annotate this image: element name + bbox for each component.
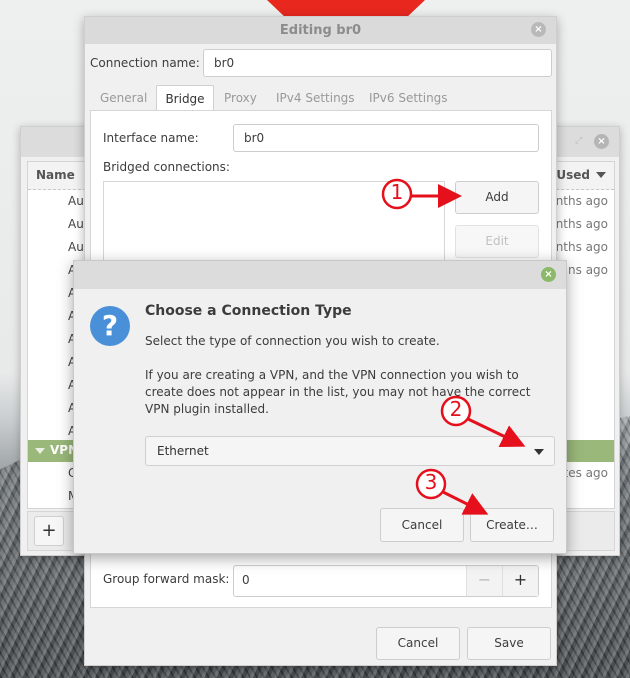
group-forward-mask-spinner: 0 − + [233,565,539,597]
interface-name-input[interactable]: br0 [233,124,539,152]
column-header-last-used[interactable]: Used [556,168,590,182]
dialog-heading: Choose a Connection Type [145,303,352,319]
tab-bridge[interactable]: Bridge [156,85,214,111]
group-forward-mask-label: Group forward mask: [103,572,230,586]
save-button[interactable]: Save [467,627,551,660]
selected-connection-type: Ethernet [157,444,209,458]
bridged-connections-label: Bridged connections: [103,160,230,174]
dialog-titlebar: Editing br0 × [85,17,556,44]
list-item-last-used: ns ago [568,263,608,277]
list-item-last-used: nths ago [555,217,608,231]
dialog-title: Editing br0 [279,23,362,38]
interface-name-label: Interface name: [103,131,199,145]
edit-button[interactable]: Edit [455,225,539,258]
annotation-number-3: 3 [424,470,438,494]
list-item-last-used: nths ago [555,240,608,254]
tab-ipv4-settings[interactable]: IPv4 Settings [276,85,366,111]
close-icon[interactable]: × [531,22,546,37]
dialog-instruction: Select the type of connection you wish t… [145,334,440,348]
increment-button[interactable]: + [502,566,538,596]
choose-connection-type-dialog: × ? Choose a Connection Type Select the … [73,260,567,554]
add-button[interactable]: Add [455,181,539,214]
question-icon: ? [90,306,130,346]
column-header-name[interactable]: Name [36,168,75,182]
chevron-down-icon[interactable] [534,449,544,455]
tab-proxy[interactable]: Proxy [224,85,264,111]
list-item-name[interactable]: Au [68,240,84,254]
list-item-name[interactable]: Au [68,194,84,208]
connection-type-dropdown[interactable]: Ethernet [145,436,555,466]
list-item-last-used: nths ago [555,194,608,208]
group-forward-mask-value[interactable]: 0 [242,573,250,587]
add-connection-button[interactable]: + [34,516,64,546]
tab-ipv6-settings[interactable]: IPv6 Settings [369,85,459,111]
sort-arrow-icon[interactable] [596,172,606,178]
annotation-number-2: 2 [449,397,463,421]
cancel-button[interactable]: Cancel [376,627,460,660]
maximize-icon[interactable]: ⤢ [575,136,585,146]
dialog-vpn-note: If you are creating a VPN, and the VPN c… [145,368,531,416]
list-item-name[interactable]: Au [68,217,84,231]
expander-icon[interactable] [35,448,45,454]
close-icon[interactable]: × [594,134,609,149]
create-button[interactable]: Create… [470,508,554,542]
dialog-titlebar: × [74,261,566,289]
decrement-button[interactable]: − [466,566,502,596]
tab-general[interactable]: General [100,85,156,111]
close-icon[interactable]: × [541,267,556,282]
connection-name-input[interactable]: br0 [203,49,552,77]
cancel-button[interactable]: Cancel [380,508,464,542]
connection-name-label: Connection name: [90,56,200,70]
annotation-number-1: 1 [390,180,404,204]
list-item-last-used: tes ago [563,466,608,480]
